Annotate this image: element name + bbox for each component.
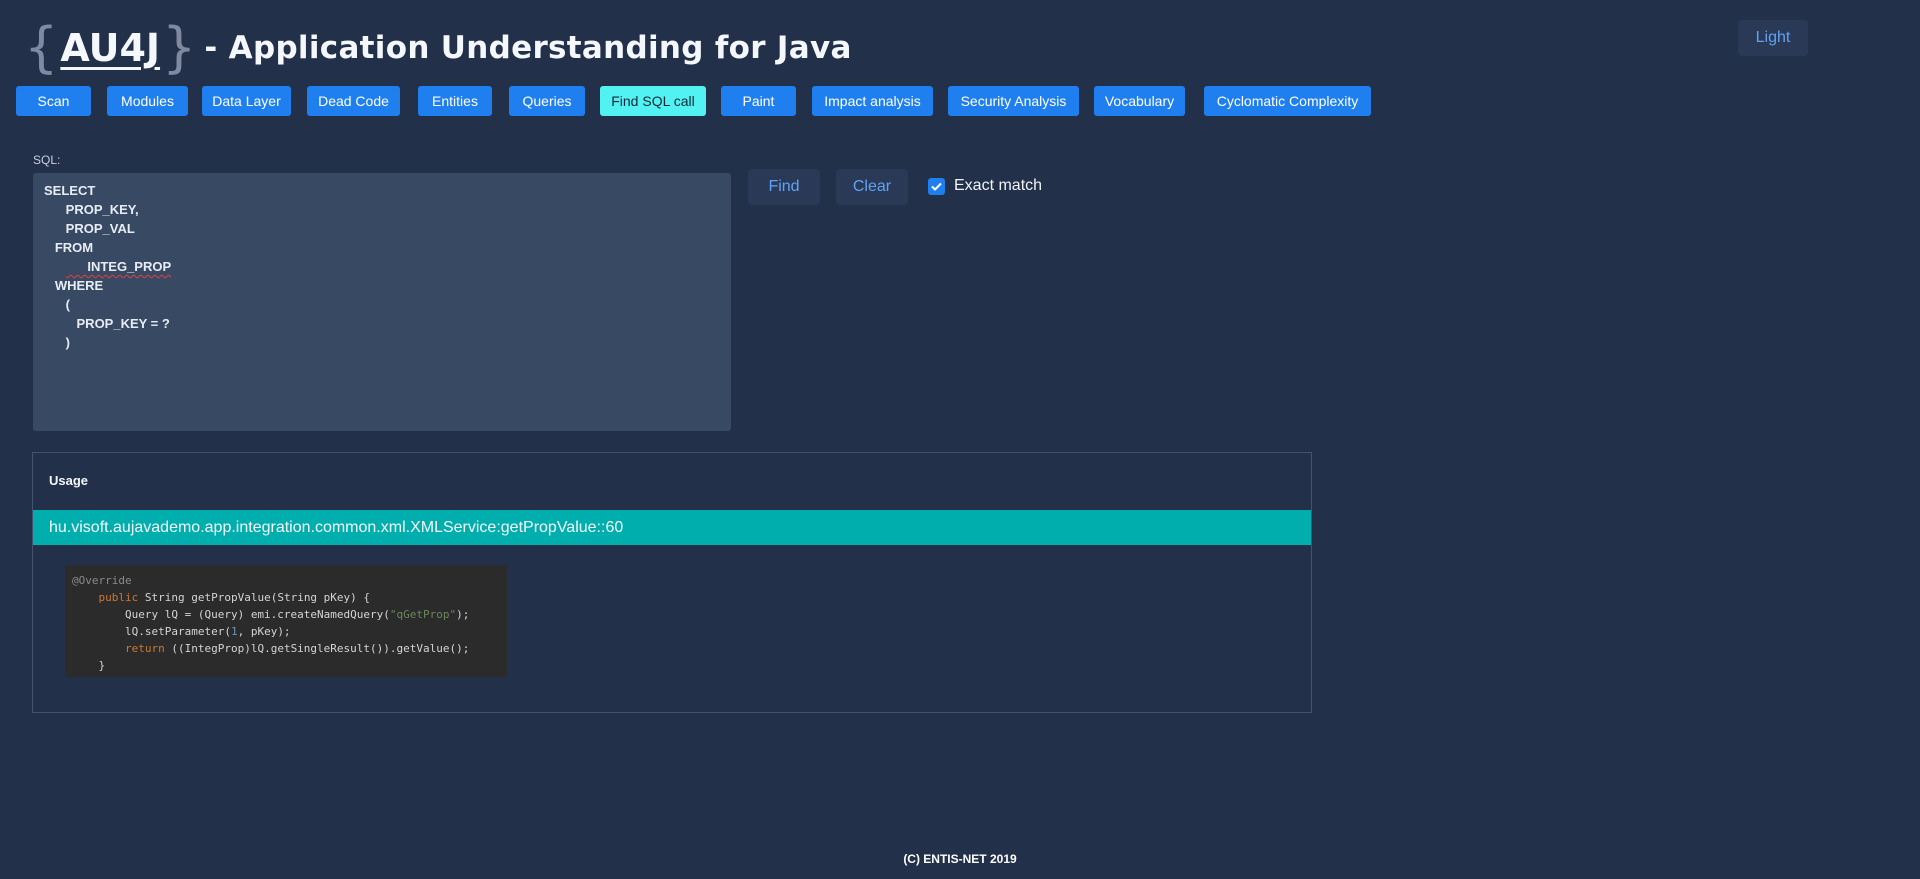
nav-modules-button[interactable]: Modules — [107, 86, 188, 116]
exact-match-option[interactable]: Exact match — [928, 177, 1042, 195]
nav-security-analysis-button[interactable]: Security Analysis — [948, 86, 1079, 116]
nav-entities-button[interactable]: Entities — [418, 86, 492, 116]
sql-line: ) — [44, 335, 70, 350]
sql-line: PROP_KEY, — [44, 202, 139, 217]
sql-input[interactable]: SELECT PROP_KEY, PROP_VAL FROM INTEG_PRO… — [33, 173, 731, 431]
nav-data-layer-button[interactable]: Data Layer — [202, 86, 291, 116]
code-annotation: @Override — [72, 574, 132, 587]
code-keyword: public — [98, 591, 139, 604]
usage-result-row[interactable]: hu.visoft.aujavademo.app.integration.com… — [33, 510, 1311, 545]
clear-button[interactable]: Clear — [836, 169, 908, 205]
code-text: String getPropValue(String pKey) { — [138, 591, 371, 604]
sql-line: ( — [44, 297, 70, 312]
usage-title: Usage — [49, 473, 89, 488]
code-line: } — [72, 657, 500, 674]
sql-label: SQL: — [33, 153, 61, 167]
code-line: return ((IntegProp)lQ.getSingleResult())… — [72, 640, 500, 657]
code-line: @Override — [72, 572, 500, 589]
app-header: { AU4J } - Application Understanding for… — [24, 20, 852, 76]
code-line: Query lQ = (Query) emi.createNamedQuery(… — [72, 606, 500, 623]
nav-find-sql-call-button[interactable]: Find SQL call — [600, 86, 706, 116]
sql-line: SELECT — [44, 183, 96, 198]
code-snippet: @Override public String getPropValue(Str… — [65, 565, 507, 677]
nav-scan-button[interactable]: Scan — [16, 86, 91, 116]
logo-brace-open: { — [24, 16, 59, 79]
app-logo: { AU4J } — [24, 21, 196, 75]
code-keyword: return — [124, 642, 165, 655]
footer-copyright: (C) ENTIS-NET 2019 — [903, 852, 1017, 866]
code-number: 1 — [230, 625, 238, 638]
theme-toggle-button[interactable]: Light — [1738, 20, 1808, 56]
nav-impact-analysis-button[interactable]: Impact analysis — [812, 86, 933, 116]
sql-line: PROP_KEY = ? — [44, 316, 170, 331]
sql-line: WHERE — [44, 278, 104, 293]
find-button[interactable]: Find — [748, 169, 820, 205]
logo-brace-close: } — [162, 16, 197, 79]
code-string: "qGetProp" — [389, 608, 457, 621]
code-text: ((IntegProp)lQ.getSingleResult()).getVal… — [164, 642, 470, 655]
code-text: Query lQ = (Query) emi.createNamedQuery( — [124, 608, 390, 621]
exact-match-checkbox[interactable] — [928, 177, 945, 195]
sql-line-spellcheck: INTEG_PROP — [65, 259, 172, 274]
sql-line: PROP_VAL — [44, 221, 135, 236]
logo-text: AU4J — [60, 26, 161, 70]
usage-panel: Usage hu.visoft.aujavademo.app.integrati… — [32, 452, 1312, 713]
nav-vocabulary-button[interactable]: Vocabulary — [1094, 86, 1185, 116]
nav-queries-button[interactable]: Queries — [509, 86, 585, 116]
app-title: - Application Understanding for Java — [204, 30, 852, 66]
code-line: public String getPropValue(String pKey) … — [72, 589, 500, 606]
code-text: } — [98, 659, 106, 672]
nav-dead-code-button[interactable]: Dead Code — [307, 86, 400, 116]
nav-cyclomatic-complexity-button[interactable]: Cyclomatic Complexity — [1204, 86, 1371, 116]
sql-line: FROM — [44, 240, 94, 255]
code-text: , pKey); — [237, 625, 291, 638]
code-text: lQ.setParameter( — [124, 625, 231, 638]
sql-line: INTEG_PROP — [44, 257, 720, 276]
exact-match-label: Exact match — [954, 177, 1043, 194]
checkmark-icon — [931, 182, 942, 191]
nav-paint-button[interactable]: Paint — [721, 86, 796, 116]
code-line: lQ.setParameter(1, pKey); — [72, 623, 500, 640]
code-text: ); — [456, 608, 470, 621]
